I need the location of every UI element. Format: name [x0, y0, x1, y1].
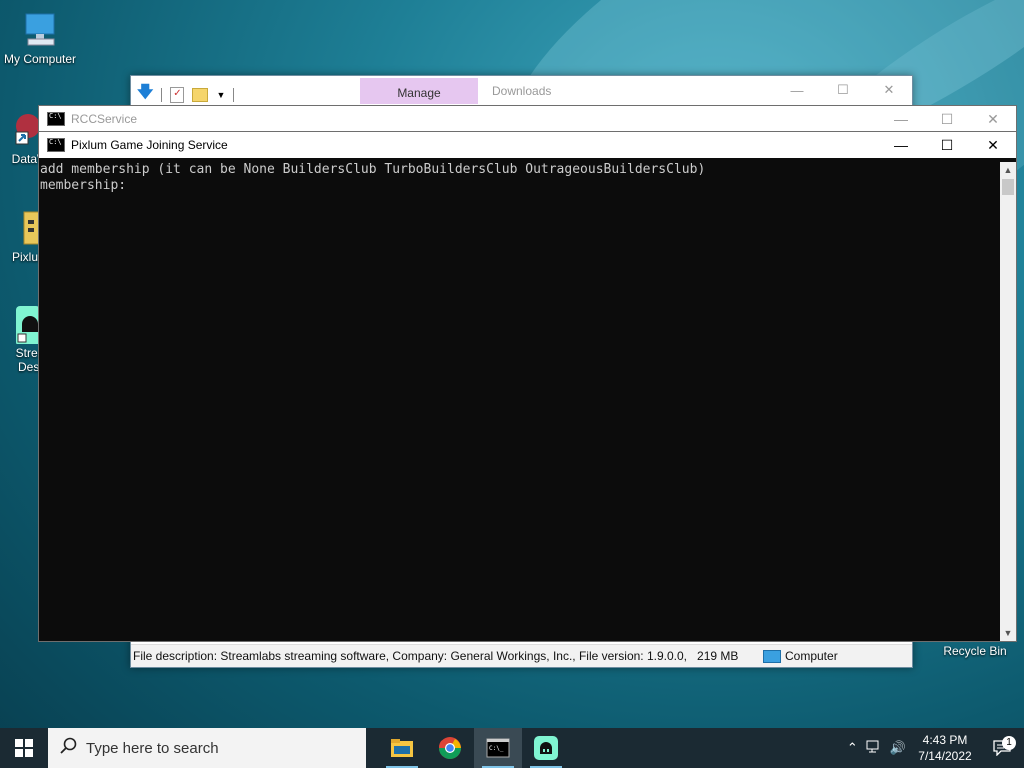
details-status-bar: File description: Streamlabs streaming s… [131, 644, 912, 667]
maximize-button[interactable]: ☐ [924, 132, 970, 158]
console-titlebar[interactable]: Pixlum Game Joining Service — ☐ ✕ [39, 132, 1016, 158]
desktop-icon-label: My Computer [3, 52, 77, 66]
file-size-text: 219 MB [697, 649, 739, 663]
maximize-button[interactable]: ☐ [820, 76, 866, 104]
volume-icon[interactable]: 🔊 [890, 740, 906, 756]
close-button[interactable]: ✕ [970, 132, 1016, 158]
network-icon[interactable] [866, 740, 882, 757]
taskbar-search-box[interactable]: Type here to search [48, 728, 366, 768]
desktop-icon-label: Recycle Bin [943, 644, 1007, 658]
search-icon [60, 737, 78, 759]
window-title: Downloads [492, 84, 552, 98]
system-tray: ⌃ 🔊 4:43 PM 7/14/2022 1 [843, 728, 1024, 768]
pixlum-icon [0, 208, 41, 248]
clock-date: 7/14/2022 [918, 749, 972, 763]
window-controls: — ☐ ✕ [774, 76, 912, 104]
location-computer: Computer [763, 649, 838, 663]
console-icon [47, 112, 65, 126]
clock-time: 4:43 PM [922, 733, 968, 747]
console-line: add membership (it can be None BuildersC… [40, 162, 706, 177]
computer-icon [763, 649, 781, 663]
streamlabs-icon [534, 736, 558, 760]
chevron-down-icon[interactable]: ▼ [216, 90, 225, 100]
action-center-button[interactable]: 1 [980, 736, 1024, 756]
maximize-button[interactable]: ☐ [924, 106, 970, 132]
file-description-text: File description: Streamlabs streaming s… [133, 649, 688, 663]
window-title: RCCService [71, 112, 138, 126]
console-icon [47, 138, 65, 152]
toolbar-divider [161, 87, 163, 102]
taskbar-app-chrome[interactable] [426, 728, 474, 768]
computer-icon [20, 10, 60, 50]
taskbar-app-console[interactable]: C:\_ [474, 728, 522, 768]
desktop-icon-my-computer[interactable]: My Computer [0, 10, 80, 66]
new-folder-icon[interactable] [192, 87, 209, 102]
scroll-thumb[interactable] [1002, 179, 1014, 195]
window-controls: — ☐ ✕ [878, 106, 1016, 132]
chevron-up-icon[interactable]: ⌃ [847, 740, 858, 756]
console-titlebar[interactable]: RCCService — ☐ ✕ [39, 106, 1016, 132]
console-line: membership: [40, 178, 127, 193]
folder-icon [391, 739, 413, 757]
minimize-button[interactable]: — [774, 76, 820, 104]
tab-manage[interactable]: Manage [360, 78, 478, 104]
scroll-up-icon[interactable]: ▲ [1000, 162, 1016, 178]
close-button[interactable]: ✕ [970, 106, 1016, 132]
console-icon: C:\_ [486, 738, 510, 758]
taskbar-app-streamlabs[interactable] [522, 728, 570, 768]
pixlum-console-window[interactable]: Pixlum Game Joining Service — ☐ ✕ add me… [38, 131, 1017, 642]
window-controls: — ☐ ✕ [878, 132, 1016, 158]
start-button[interactable] [0, 728, 48, 768]
quick-access-toolbar: 🡇 ✓ ▼ [137, 81, 235, 108]
close-button[interactable]: ✕ [866, 76, 912, 104]
windows-logo-icon [15, 739, 33, 757]
notification-count-badge: 1 [1002, 736, 1016, 750]
toolbar-divider [233, 87, 235, 102]
taskbar-clock[interactable]: 4:43 PM 7/14/2022 [910, 732, 980, 764]
streamlabs-icon [0, 304, 40, 346]
minimize-button[interactable]: — [878, 106, 924, 132]
taskbar: Type here to search C:\_ ⌃ 🔊 4:43 PM 7/1… [0, 728, 1024, 768]
explorer-titlebar[interactable]: 🡇 ✓ ▼ Manage Downloads — ☐ ✕ [131, 76, 912, 104]
download-arrow-icon[interactable]: 🡇 [137, 81, 153, 108]
console-output[interactable]: add membership (it can be None BuildersC… [39, 162, 1000, 641]
dataw-icon [0, 110, 40, 150]
vertical-scrollbar[interactable]: ▲ ▼ [1000, 162, 1016, 641]
search-placeholder: Type here to search [86, 739, 219, 757]
minimize-button[interactable]: — [878, 132, 924, 158]
svg-text:C:\_: C:\_ [489, 745, 504, 752]
scroll-down-icon[interactable]: ▼ [1000, 625, 1016, 641]
properties-icon[interactable]: ✓ [170, 86, 185, 103]
location-label: Computer [785, 649, 838, 663]
taskbar-app-file-explorer[interactable] [378, 728, 426, 768]
chrome-icon [438, 737, 461, 759]
window-title: Pixlum Game Joining Service [71, 138, 228, 152]
